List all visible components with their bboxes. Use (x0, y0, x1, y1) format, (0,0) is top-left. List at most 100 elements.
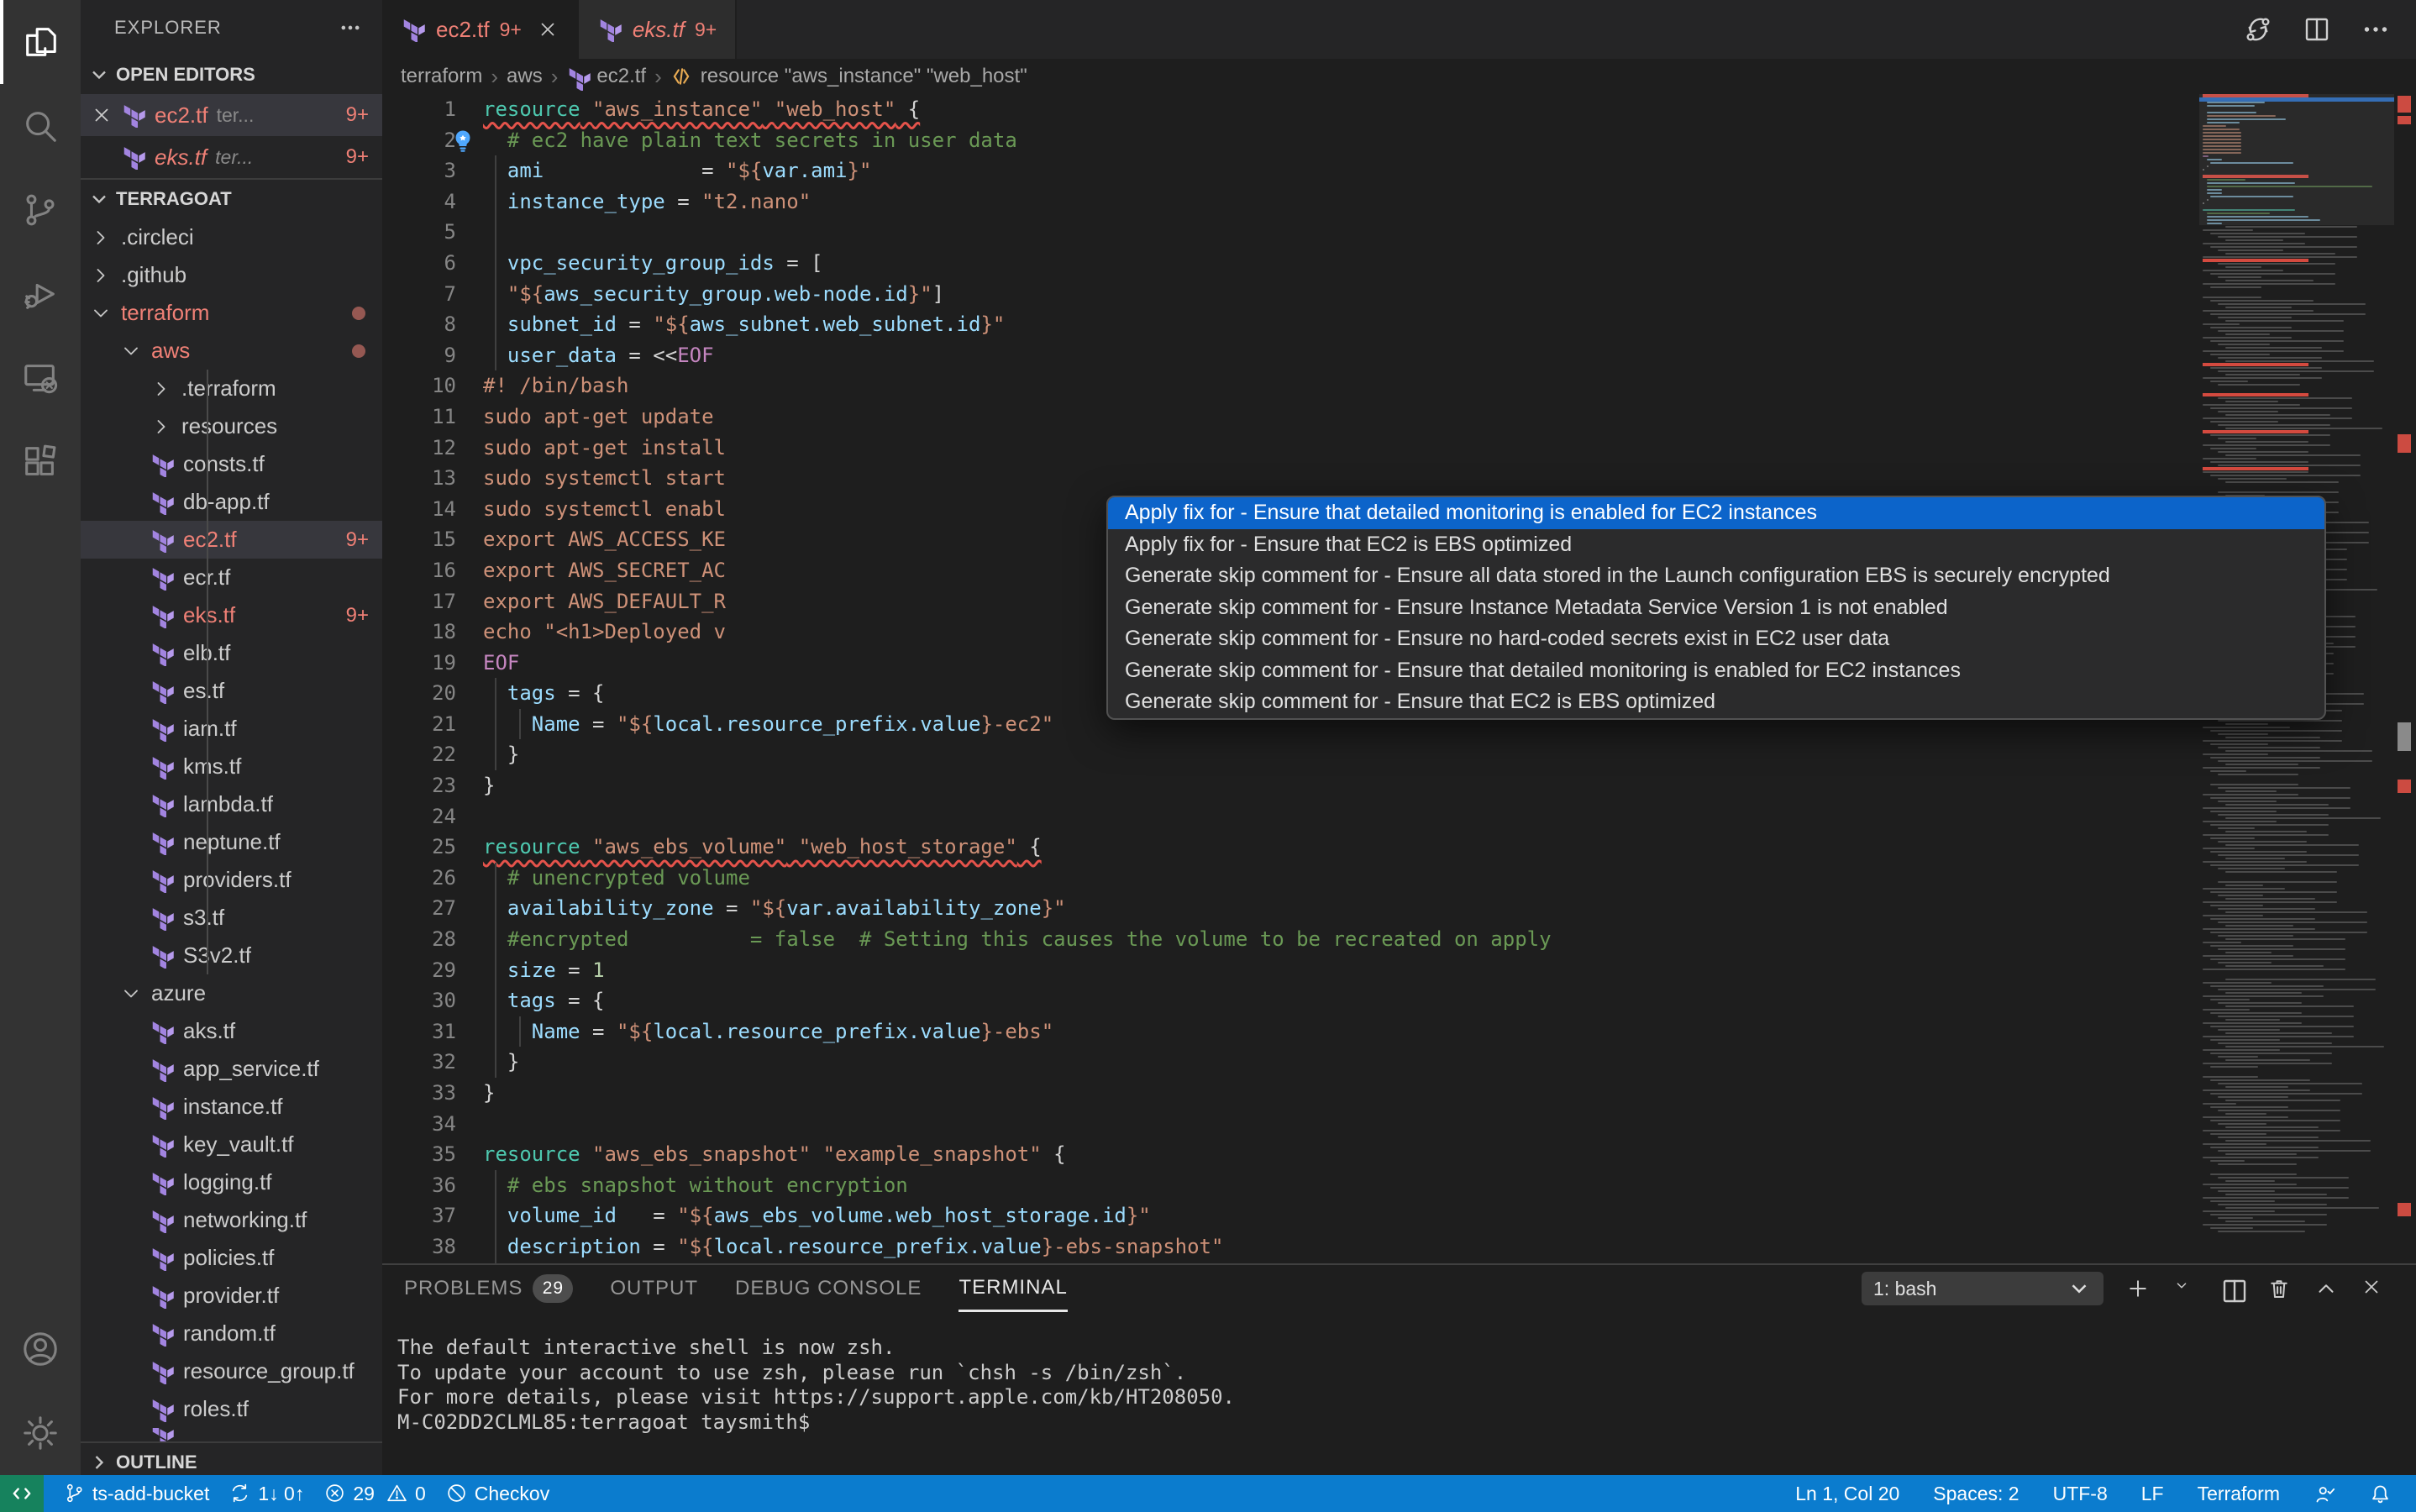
tree-item-elb.tf[interactable]: elb.tf (81, 634, 382, 672)
outline-section[interactable]: OUTLINE (81, 1441, 382, 1475)
tree-item-resources[interactable]: resources (81, 407, 382, 445)
code-line-30[interactable]: 30 tags = { (382, 985, 2416, 1016)
code-line-3[interactable]: 3 ami = "${var.ami}" (382, 155, 2416, 186)
code-line-25[interactable]: 25resource "aws_ebs_volume" "web_host_st… (382, 832, 2416, 863)
code-line-37[interactable]: 37 volume_id = "${aws_ebs_volume.web_hos… (382, 1200, 2416, 1231)
close-icon[interactable] (91, 104, 113, 126)
minimap-slider[interactable] (2199, 94, 2394, 225)
quickfix-item-7[interactable]: Generate skip comment for - Ensure that … (1108, 686, 2324, 718)
open-changes-icon[interactable] (2243, 14, 2273, 45)
code-line-1[interactable]: 1resource "aws_instance" "web_host" { (382, 94, 2416, 125)
tab-eks.tf[interactable]: eks.tf9+ (579, 0, 737, 59)
breadcrumb-item[interactable]: aws (507, 65, 543, 88)
tree-item-azure[interactable]: azure (81, 974, 382, 1012)
tree-item-providers.tf[interactable]: providers.tf (81, 861, 382, 899)
code-line-27[interactable]: 27 availability_zone = "${var.availabili… (382, 893, 2416, 924)
activity-item-source-control[interactable] (0, 168, 81, 252)
breadcrumb-item[interactable]: terraform (401, 65, 482, 88)
tree-item-ecr.tf[interactable]: ecr.tf (81, 559, 382, 596)
tree-item-aks.tf[interactable]: aks.tf (81, 1012, 382, 1050)
quickfix-item-6[interactable]: Generate skip comment for - Ensure that … (1108, 655, 2324, 687)
status-sync[interactable]: 1↓ 0↑ (229, 1483, 304, 1505)
tree-item-aws[interactable]: aws (81, 332, 382, 370)
tree-item-terraform[interactable]: terraform (81, 294, 382, 332)
quickfix-item-3[interactable]: Generate skip comment for - Ensure all d… (1108, 560, 2324, 592)
tree-item-lambda.tf[interactable]: lambda.tf (81, 785, 382, 823)
tree-item-consts.tf[interactable]: consts.tf (81, 445, 382, 483)
close-icon[interactable] (537, 18, 559, 40)
status-feedback[interactable] (2314, 1483, 2335, 1504)
tab-ec2.tf[interactable]: ec2.tf9+ (382, 0, 579, 59)
tree-item-policies.tf[interactable]: policies.tf (81, 1239, 382, 1277)
quickfix-item-4[interactable]: Generate skip comment for - Ensure Insta… (1108, 592, 2324, 624)
tree-item-.terraform[interactable]: .terraform (81, 370, 382, 407)
status-spaces-2[interactable]: Spaces: 2 (1933, 1483, 2019, 1505)
tree-item-.github[interactable]: .github (81, 256, 382, 294)
code-line-2[interactable]: 2 # ec2 have plain text secrets in user … (382, 125, 2416, 156)
maximize-panel-icon[interactable] (2314, 1276, 2339, 1301)
tree-item-roles.tf[interactable]: roles.tf (81, 1390, 382, 1428)
status-terraform[interactable]: Terraform (2198, 1483, 2280, 1505)
open-editor-ec2.tf[interactable]: ec2.tfter...9+ (81, 94, 382, 136)
status-ln-1-col-20[interactable]: Ln 1, Col 20 (1795, 1483, 1899, 1505)
code-line-34[interactable]: 34 (382, 1109, 2416, 1140)
code-line-32[interactable]: 32 } (382, 1047, 2416, 1078)
code-line-12[interactable]: 12sudo apt-get install (382, 433, 2416, 464)
kill-terminal-icon[interactable] (2266, 1276, 2292, 1301)
code-editor[interactable]: 1resource "aws_instance" "web_host" {2 #… (382, 94, 2416, 1263)
code-line-8[interactable]: 8 subnet_id = "${aws_subnet.web_subnet.i… (382, 309, 2416, 340)
new-terminal-icon[interactable] (2125, 1276, 2151, 1301)
split-editor-icon[interactable] (2302, 14, 2332, 45)
tree-item-db-app.tf[interactable]: db-app.tf (81, 483, 382, 521)
status-lf[interactable]: LF (2141, 1483, 2164, 1505)
tree-item-.circleci[interactable]: .circleci (81, 218, 382, 256)
tree-item-app_service.tf[interactable]: app_service.tf (81, 1050, 382, 1088)
code-line-23[interactable]: 23} (382, 770, 2416, 801)
status-error[interactable]: 29 (324, 1483, 375, 1505)
code-line-28[interactable]: 28 #encrypted = false # Setting this cau… (382, 924, 2416, 955)
activity-item-account[interactable] (0, 1307, 81, 1391)
code-line-9[interactable]: 9 user_data = <<EOF (382, 340, 2416, 371)
split-terminal-icon[interactable] (2219, 1276, 2245, 1301)
status-checkov[interactable]: Checkov (446, 1483, 549, 1505)
activity-item-run-debug[interactable] (0, 252, 81, 336)
tree-item-eks.tf[interactable]: eks.tf9+ (81, 596, 382, 634)
status-bell[interactable] (2369, 1483, 2391, 1504)
tree-item-networking.tf[interactable]: networking.tf (81, 1201, 382, 1239)
code-line-29[interactable]: 29 size = 1 (382, 955, 2416, 986)
project-section[interactable]: TERRAGOAT (81, 178, 382, 218)
code-line-5[interactable]: 5 (382, 217, 2416, 248)
code-line-6[interactable]: 6 vpc_security_group_ids = [ (382, 248, 2416, 279)
breadcrumb-item[interactable]: resource "aws_instance" "web_host" (701, 65, 1027, 88)
panel-tab-output[interactable]: OUTPUT (610, 1265, 698, 1312)
code-line-31[interactable]: 31 Name = "${local.resource_prefix.value… (382, 1016, 2416, 1047)
code-line-13[interactable]: 13sudo systemctl start (382, 463, 2416, 494)
tree-item-clipped[interactable] (81, 1428, 382, 1441)
tree-item-kms.tf[interactable]: kms.tf (81, 748, 382, 785)
lightbulb-autofix-icon[interactable] (449, 128, 476, 155)
code-line-26[interactable]: 26 # unencrypted volume (382, 863, 2416, 894)
panel-tab-debug-console[interactable]: DEBUG CONSOLE (735, 1265, 922, 1312)
new-terminal-dropdown-icon[interactable] (2172, 1276, 2198, 1301)
panel-tab-problems[interactable]: PROBLEMS29 (404, 1265, 573, 1312)
activity-item-search[interactable] (0, 84, 81, 168)
code-line-38[interactable]: 38 description = "${local.resource_prefi… (382, 1231, 2416, 1263)
open-editors-section[interactable]: OPEN EDITORS (81, 55, 382, 94)
more-actions-icon[interactable] (339, 16, 362, 39)
activity-item-extensions[interactable] (0, 420, 81, 504)
tree-item-random.tf[interactable]: random.tf (81, 1315, 382, 1352)
quickfix-item-5[interactable]: Generate skip comment for - Ensure no ha… (1108, 623, 2324, 655)
terminal-output[interactable]: The default interactive shell is now zsh… (382, 1312, 2416, 1435)
code-line-7[interactable]: 7 "${aws_security_group.web-node.id}"] (382, 279, 2416, 310)
code-line-22[interactable]: 22 } (382, 739, 2416, 770)
code-line-24[interactable]: 24 (382, 801, 2416, 832)
tree-item-es.tf[interactable]: es.tf (81, 672, 382, 710)
tree-item-ec2.tf[interactable]: ec2.tf9+ (81, 521, 382, 559)
close-panel-icon[interactable] (2361, 1276, 2386, 1301)
terminal-shell-select[interactable]: 1: bash (1862, 1272, 2103, 1305)
tree-item-s3.tf[interactable]: s3.tf (81, 899, 382, 937)
open-editor-eks.tf[interactable]: eks.tfter...9+ (81, 136, 382, 178)
breadcrumb-item[interactable]: ec2.tf (596, 65, 646, 88)
tree-item-provider.tf[interactable]: provider.tf (81, 1277, 382, 1315)
status-branch[interactable]: ts-add-bucket (64, 1483, 209, 1505)
